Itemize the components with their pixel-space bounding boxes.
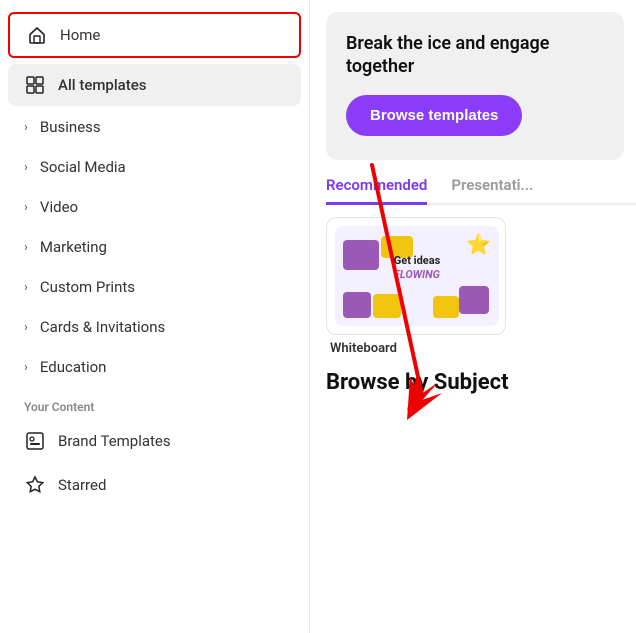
sidebar-item-brand-templates-label: Brand Templates [58, 432, 171, 450]
hero-text: Break the ice and engage together [346, 32, 604, 79]
wb-block-purple-2 [343, 292, 371, 318]
sidebar-item-cards-invitations-label: Cards & Invitations [40, 318, 165, 336]
template-card-whiteboard[interactable]: Get ideas FLOWING ⭐ Whiteboard [326, 217, 506, 356]
template-card-inner: Get ideas FLOWING ⭐ [326, 217, 506, 335]
hero-card: Break the ice and engage together Browse… [326, 12, 624, 160]
sidebar-item-starred-label: Starred [58, 476, 106, 494]
sidebar-item-brand-templates[interactable]: Brand Templates [8, 420, 301, 462]
wb-text-line1: Get ideas [394, 254, 440, 267]
sidebar-item-video-label: Video [40, 198, 78, 216]
browse-by-subject-title: Browse by Subject [326, 370, 636, 395]
browse-templates-button[interactable]: Browse templates [346, 95, 522, 136]
sidebar-item-marketing[interactable]: › Marketing [8, 228, 301, 266]
sidebar-item-social-media[interactable]: › Social Media [8, 148, 301, 186]
wb-text-line2: FLOWING [394, 268, 440, 281]
chevron-right-icon: › [24, 320, 28, 335]
sidebar-item-business-label: Business [40, 118, 101, 136]
sidebar-item-marketing-label: Marketing [40, 238, 107, 256]
your-content-section-label: Your Content [0, 388, 309, 418]
sidebar-item-home[interactable]: Home [8, 12, 301, 58]
wb-block-purple-1 [343, 240, 379, 270]
chevron-right-icon: › [24, 240, 28, 255]
chevron-right-icon: › [24, 280, 28, 295]
star-badge: ⭐ [466, 232, 491, 256]
chevron-right-icon: › [24, 360, 28, 375]
sidebar: Home All templates › Business › Social M… [0, 0, 310, 633]
tabs-container: Recommended Presentati... [326, 176, 636, 205]
wb-block-purple-3 [459, 286, 489, 314]
star-icon [24, 474, 46, 496]
wb-block-yellow-2 [373, 294, 401, 318]
sidebar-item-all-templates[interactable]: All templates [8, 64, 301, 106]
tab-recommended[interactable]: Recommended [326, 176, 427, 205]
sidebar-item-custom-prints[interactable]: › Custom Prints [8, 268, 301, 306]
template-card-label: Whiteboard [326, 341, 506, 356]
sidebar-item-education[interactable]: › Education [8, 348, 301, 386]
sidebar-item-cards-invitations[interactable]: › Cards & Invitations [8, 308, 301, 346]
sidebar-item-home-label: Home [60, 26, 100, 44]
chevron-right-icon: › [24, 120, 28, 135]
sidebar-item-starred[interactable]: Starred [8, 464, 301, 506]
tab-presentations[interactable]: Presentati... [451, 176, 533, 205]
chevron-right-icon: › [24, 200, 28, 215]
template-preview: Get ideas FLOWING ⭐ [335, 226, 499, 326]
brand-templates-icon [24, 430, 46, 452]
sidebar-item-business[interactable]: › Business [8, 108, 301, 146]
home-icon [26, 24, 48, 46]
chevron-right-icon: › [24, 160, 28, 175]
sidebar-item-custom-prints-label: Custom Prints [40, 278, 135, 296]
main-content: Break the ice and engage together Browse… [310, 0, 636, 633]
sidebar-item-video[interactable]: › Video [8, 188, 301, 226]
sidebar-item-social-media-label: Social Media [40, 158, 126, 176]
wb-block-yellow-3 [433, 296, 459, 318]
all-templates-icon [24, 74, 46, 96]
sidebar-item-all-templates-label: All templates [58, 76, 147, 94]
sidebar-item-education-label: Education [40, 358, 107, 376]
